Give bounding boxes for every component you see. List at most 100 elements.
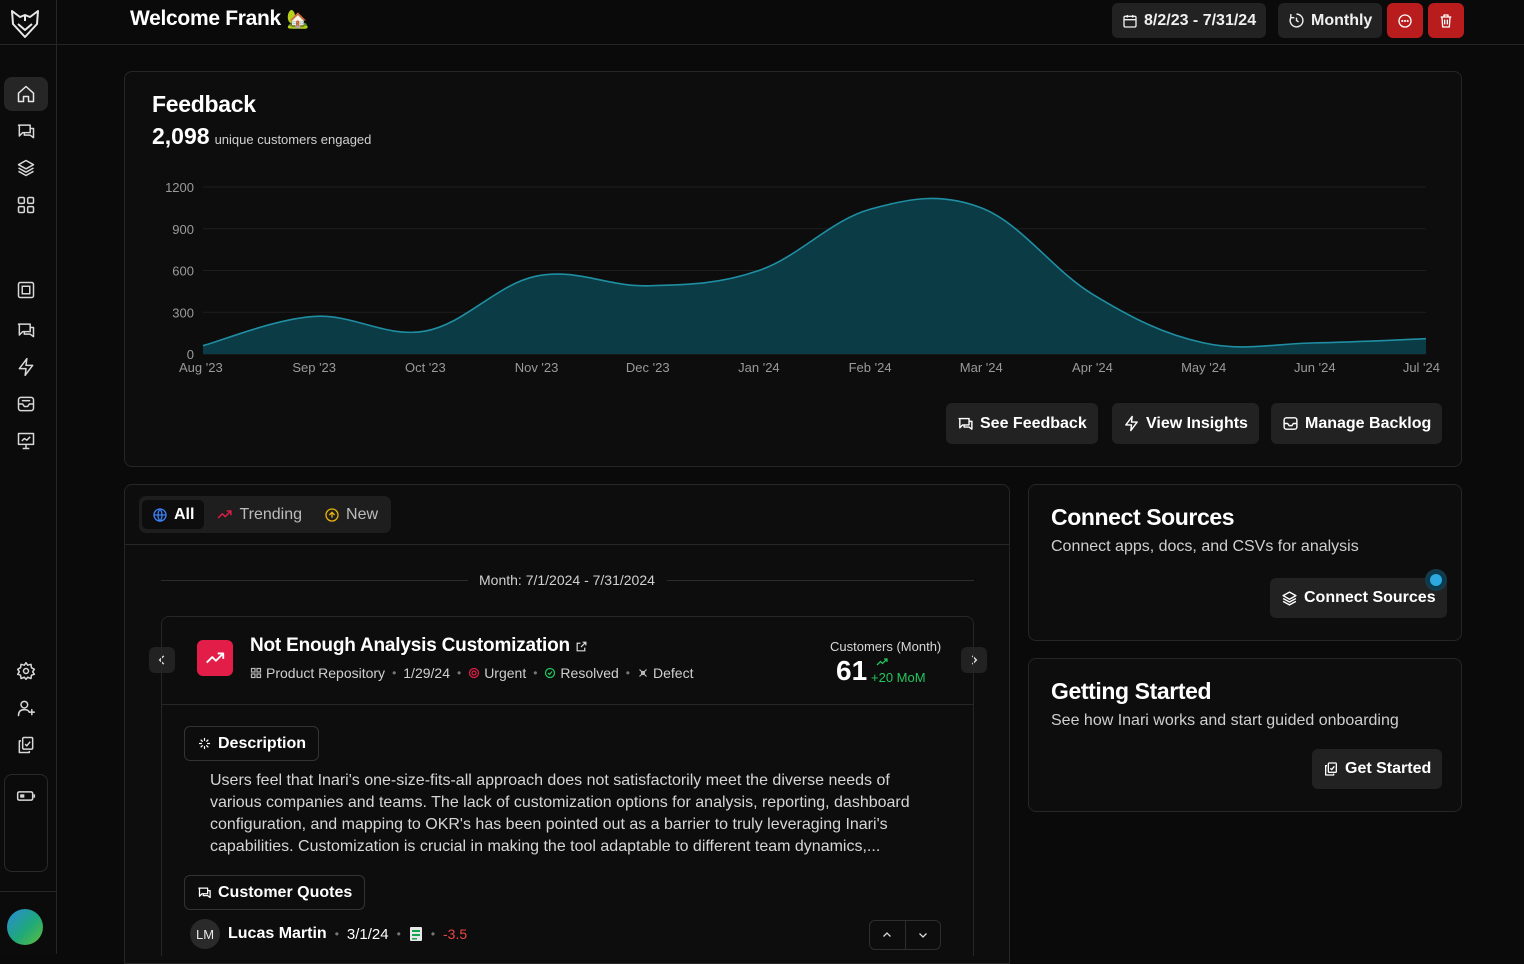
meta-priority: Urgent: [468, 665, 526, 681]
feedback-card: Feedback 2,098 unique customers engaged …: [124, 71, 1462, 467]
sidebar-divider: [0, 44, 57, 45]
getting-started-subtitle: See how Inari works and start guided onb…: [1051, 712, 1399, 729]
meta-separator: •: [334, 927, 339, 941]
x-tick-label: Nov '23: [515, 360, 559, 375]
feed-divider: [125, 544, 1009, 545]
connect-sources-title: Connect Sources: [1051, 504, 1235, 530]
inbox-icon: [1282, 415, 1299, 432]
x-tick-label: Jan '24: [738, 360, 780, 375]
quote-date: 3/1/24: [346, 925, 389, 943]
delete-button[interactable]: [1428, 3, 1464, 38]
y-tick-label: 900: [172, 222, 194, 237]
avatar[interactable]: [7, 909, 43, 945]
insight-description: Users feel that Inari's one-size-fits-al…: [210, 772, 910, 855]
tab-all-label: All: [174, 505, 195, 523]
clock-icon: [1288, 12, 1305, 29]
lightning-icon: [16, 357, 36, 377]
manage-backlog-button[interactable]: Manage Backlog: [1271, 403, 1443, 444]
date-range-button[interactable]: 8/2/23 - 7/31/24: [1112, 3, 1267, 38]
sidebar-item-inbox[interactable]: [4, 387, 48, 421]
getting-started-title: Getting Started: [1051, 678, 1212, 704]
y-tick-label: 300: [172, 305, 194, 320]
feed-card: All Trending New Month: 7/1/2024 - 7/31/…: [124, 484, 1010, 964]
get-started-button[interactable]: Get Started: [1312, 749, 1443, 789]
fox-logo-icon[interactable]: [8, 7, 42, 41]
sidebar-item-conversations[interactable]: [4, 313, 48, 347]
month-label: Month: 7/1/2024 - 7/31/2024: [479, 572, 655, 588]
sidebar-item-insights[interactable]: [4, 350, 48, 384]
quote-score: -3.5: [443, 926, 468, 942]
customer-quotes-tag[interactable]: Customer Quotes: [184, 875, 366, 910]
sidebar-item-add-user[interactable]: [4, 691, 48, 725]
x-tick-label: Dec '23: [626, 360, 670, 375]
month-divider-left: [161, 580, 468, 581]
connect-sources-button[interactable]: Connect Sources: [1270, 578, 1447, 618]
sidebar-item-clipboard[interactable]: [4, 728, 48, 762]
connect-sources-subtitle: Connect apps, docs, and CSVs for analysi…: [1051, 538, 1359, 555]
insight-title-text: Not Enough Analysis Customization: [250, 635, 570, 656]
x-tick-label: Mar '24: [960, 360, 1003, 375]
quote-author: Lucas Martin: [228, 925, 327, 942]
quote-row: LM Lucas Martin • 3/1/24 • • -3.5: [190, 919, 467, 949]
vote-control: [869, 920, 941, 950]
battery-button[interactable]: [5, 779, 47, 813]
insight-card: Not Enough Analysis Customization Produc…: [161, 616, 974, 956]
sidebar-item-feedback[interactable]: [4, 114, 48, 148]
topbar: Welcome Frank 🏡 8/2/23 - 7/31/24 Monthly: [57, 0, 1524, 45]
sidebar-item-home[interactable]: [4, 77, 48, 111]
meta-date: 1/29/24: [403, 665, 450, 681]
meta-separator: •: [396, 927, 401, 941]
getting-started-card: Getting Started See how Inari works and …: [1028, 658, 1462, 812]
x-tick-label: Aug '23: [179, 360, 223, 375]
trending-badge: [197, 640, 233, 676]
meta-separator: •: [430, 927, 436, 941]
external-link-icon[interactable]: [575, 640, 588, 653]
tab-new-label: New: [346, 505, 379, 523]
sidebar-item-apps[interactable]: [4, 188, 48, 222]
chat-bubbles-icon: [957, 415, 974, 432]
view-insights-label: View Insights: [1146, 414, 1248, 432]
inbox-icon: [16, 394, 36, 414]
meta-status-label: Resolved: [560, 665, 619, 681]
tab-trending[interactable]: Trending: [206, 500, 312, 529]
tab-all[interactable]: All: [142, 500, 205, 529]
sidebar-item-reports[interactable]: [4, 424, 48, 458]
frame-icon: [16, 280, 36, 300]
sidebar-item-frame[interactable]: [4, 273, 48, 307]
chevron-down-icon: [917, 929, 929, 941]
chat-button[interactable]: [1387, 3, 1423, 38]
meta-separator: •: [533, 666, 538, 680]
chat-icon: [1397, 13, 1413, 29]
tab-trending-label: Trending: [239, 505, 303, 523]
trash-icon: [1438, 13, 1454, 29]
meta-type-label: Defect: [653, 665, 694, 681]
period-button[interactable]: Monthly: [1278, 3, 1383, 38]
description-tag[interactable]: Description: [184, 726, 320, 761]
gear-icon: [16, 661, 36, 681]
urgent-icon: [468, 667, 480, 679]
calendar-icon: [1122, 13, 1138, 29]
meta-separator: •: [456, 666, 462, 680]
chat-bubbles-icon: [197, 885, 212, 900]
feedback-chart: 03006009001200Aug '23 Sep '23 Oct '23 Nov '…: [165, 180, 1440, 375]
downvote-button[interactable]: [906, 921, 941, 949]
battery-panel: [4, 774, 48, 872]
x-tick-label: Sep '23: [292, 360, 336, 375]
sidebar-item-settings[interactable]: [4, 654, 48, 688]
meta-status: Resolved: [544, 665, 619, 681]
view-insights-button[interactable]: View Insights: [1112, 403, 1259, 444]
insight-title[interactable]: Not Enough Analysis Customization: [250, 635, 588, 657]
meta-priority-label: Urgent: [484, 665, 527, 681]
spreadsheet-icon: [409, 926, 423, 942]
sidebar-item-layers[interactable]: [4, 151, 48, 185]
see-feedback-button[interactable]: See Feedback: [946, 403, 1098, 444]
check-circle-icon: [544, 667, 556, 679]
y-tick-label: 1200: [165, 180, 194, 195]
tab-new[interactable]: New: [314, 500, 388, 529]
clipboard-icon: [1323, 761, 1339, 777]
grid-icon: [16, 195, 36, 215]
connect-sources-label: Connect Sources: [1304, 589, 1436, 606]
meta-separator: •: [625, 666, 630, 680]
manage-backlog-label: Manage Backlog: [1305, 414, 1432, 432]
upvote-button[interactable]: [870, 921, 906, 949]
